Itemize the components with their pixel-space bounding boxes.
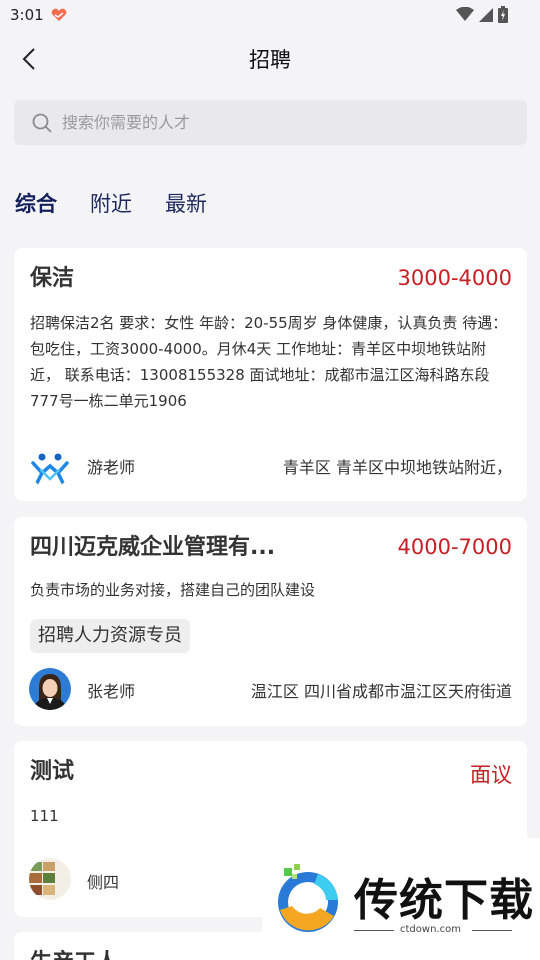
avatar (29, 858, 71, 900)
search-icon (32, 113, 52, 133)
job-salary: 3000-4000 (397, 266, 512, 290)
status-icons (456, 6, 508, 23)
job-title: 生产工人 (30, 944, 118, 960)
job-salary: 4000-7000 (397, 535, 512, 559)
job-title: 保洁 (30, 266, 75, 291)
job-card[interactable]: 保洁 3000-4000 招聘保洁2名 要求：女性 年龄：20-55周岁 身体健… (14, 248, 527, 501)
avatar (29, 668, 71, 710)
app-notification-icon (51, 8, 66, 21)
job-tag: 招聘人力资源专员 (30, 619, 190, 653)
job-location: 温江区 四川省成都市温江区天府街道 (250, 682, 512, 701)
signal-icon (479, 7, 493, 22)
search-input[interactable] (62, 113, 462, 132)
job-card[interactable]: 四川迈克威企业管理有... 4000-7000 负责市场的业务对接，搭建自己的团… (14, 517, 527, 726)
page-title: 招聘 (249, 48, 291, 72)
filter-tabs: 综合 附近 最新 (15, 188, 207, 218)
wifi-icon (456, 7, 474, 21)
job-title: 测试 (30, 759, 75, 784)
poster-name: 游老师 (87, 458, 136, 477)
poster-name: 张老师 (87, 682, 136, 701)
watermark-text: 传统下载 (354, 875, 534, 926)
battery-icon (498, 6, 508, 23)
status-time: 3:01 (10, 6, 44, 24)
avatar-photo (29, 858, 71, 900)
job-location: 青羊区 青羊区中坝地铁站附近， (282, 458, 512, 477)
chevron-left-icon (22, 48, 35, 70)
company-logo-icon (31, 453, 69, 485)
tab-nearby[interactable]: 附近 (90, 188, 132, 218)
poster-name: 侧四 (87, 873, 120, 892)
job-description: 负责市场的业务对接，搭建自己的团队建设 (30, 581, 316, 599)
avatar (29, 446, 71, 488)
back-button[interactable] (14, 44, 44, 74)
search-box[interactable] (14, 100, 527, 145)
status-bar: 3:01 (0, 0, 540, 30)
top-bar: 招聘 (0, 30, 540, 88)
watermark-divider (472, 930, 512, 931)
watermark-logo-icon (278, 864, 338, 932)
watermark: 传统下载 ctdown.com (262, 838, 540, 960)
tab-comprehensive[interactable]: 综合 (15, 188, 57, 218)
tab-latest[interactable]: 最新 (165, 188, 207, 218)
watermark-url: ctdown.com (400, 924, 461, 935)
job-description: 招聘保洁2名 要求：女性 年龄：20-55周岁 身体健康，认真负责 待遇：包吃住… (30, 314, 508, 410)
job-title: 四川迈克威企业管理有... (30, 535, 276, 560)
avatar-photo (29, 668, 71, 710)
watermark-divider (354, 930, 394, 931)
job-salary: 面议 (470, 763, 512, 787)
job-description: 111 (30, 807, 59, 825)
